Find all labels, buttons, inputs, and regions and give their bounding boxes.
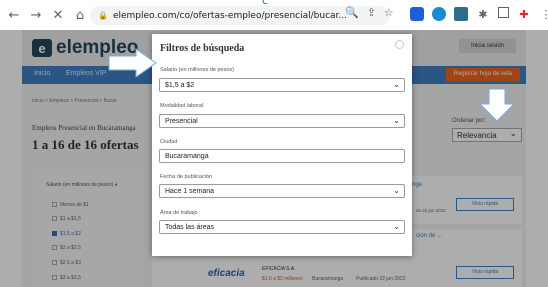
search-icon[interactable]: 🔍 xyxy=(345,6,359,19)
salary-select[interactable]: $1,5 a $2 ⌄ xyxy=(159,78,405,92)
search-filters-modal: Filtros de búsqueda Salario (en millones… xyxy=(152,34,412,256)
city-input[interactable]: Bucaramanga xyxy=(159,149,405,163)
menu-dots-icon[interactable]: ⋮ xyxy=(539,7,548,21)
forward-arrow-icon[interactable]: → xyxy=(28,7,44,23)
city-value: Bucaramanga xyxy=(165,153,209,160)
extension-dark-icon[interactable] xyxy=(432,7,446,21)
salary-label: Salario (en millones de pesos) xyxy=(160,67,234,73)
lock-icon: 🔒 xyxy=(98,11,108,20)
salary-value: $1,5 a $2 xyxy=(165,82,195,89)
share-icon[interactable]: ⇪ xyxy=(367,6,376,19)
work-area-value: Todas las áreas xyxy=(165,224,215,231)
address-actions: 🔍 ⇪ ☆ xyxy=(345,6,394,19)
work-area-label: Área de trabajo xyxy=(160,210,198,216)
chevron-down-icon: ⌄ xyxy=(393,80,400,89)
star-icon[interactable]: ☆ xyxy=(384,6,394,19)
city-label: Ciudad xyxy=(160,139,178,145)
url-text: elempleo.com/co/ofertas-empleo/presencia… xyxy=(112,10,348,21)
arrow-down-annotation-icon xyxy=(478,88,516,122)
work-area-select[interactable]: Todas las áreas ⌄ xyxy=(159,220,405,234)
home-icon[interactable]: ⌂ xyxy=(72,7,88,23)
extensions-bar: ✱ ✚ ⋮ xyxy=(410,7,548,22)
modal-title: Filtros de búsqueda xyxy=(160,43,245,54)
publish-date-select[interactable]: Hace 1 semana ⌄ xyxy=(159,184,405,198)
publish-date-value: Hace 1 semana xyxy=(165,188,215,195)
work-mode-select[interactable]: Presencial ⌄ xyxy=(159,114,405,128)
close-icon[interactable] xyxy=(395,40,404,49)
publish-date-label: Fecha de publicación xyxy=(160,174,212,180)
extension-teal-icon[interactable] xyxy=(454,7,468,21)
chevron-down-icon: ⌄ xyxy=(393,222,400,231)
stop-loading-icon[interactable]: ✕ xyxy=(50,7,66,23)
chevron-down-icon: ⌄ xyxy=(393,116,400,125)
arrow-right-annotation-icon xyxy=(108,48,157,78)
work-mode-value: Presencial xyxy=(165,118,198,125)
work-mode-label: Modalidad laboral xyxy=(160,103,204,109)
extension-blue-icon[interactable] xyxy=(410,7,424,21)
chevron-down-icon: ⌄ xyxy=(393,186,400,195)
profile-avatar-icon[interactable]: ✚ xyxy=(517,7,531,21)
puzzle-icon[interactable]: ✱ xyxy=(476,7,490,21)
sidebar-icon[interactable] xyxy=(498,7,509,18)
back-arrow-icon[interactable]: ← xyxy=(6,7,22,23)
